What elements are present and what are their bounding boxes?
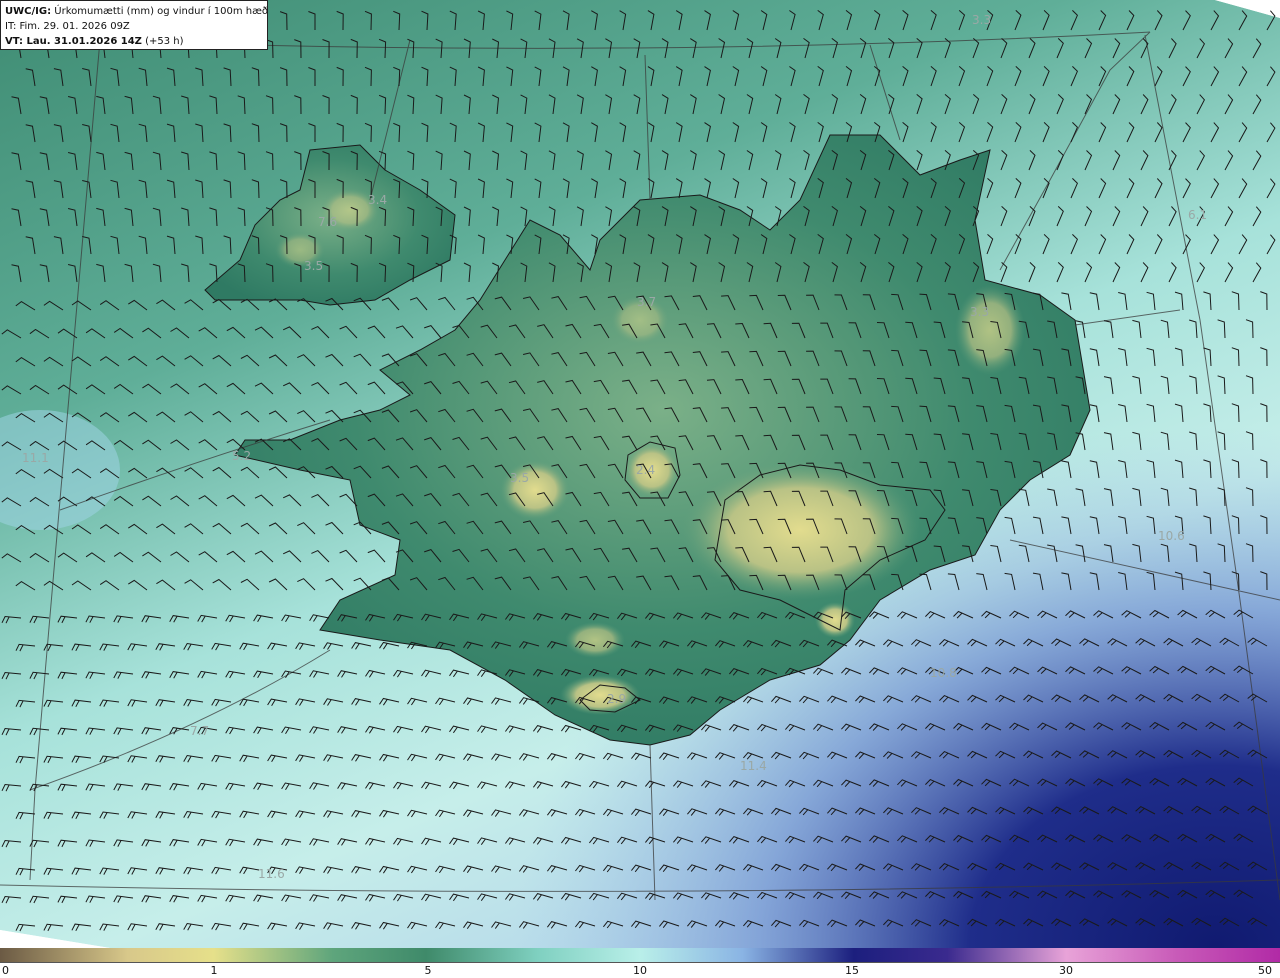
value-label-6.1-ne-sea: 6.1: [1188, 208, 1207, 222]
value-label-11.1-west-sea: 11.1: [22, 451, 49, 465]
value-label-11.4-south-sea: 11.4: [740, 759, 767, 773]
header-model: UWC/IG:: [5, 6, 52, 17]
header-init-time: IT: Fim. 29. 01. 2026 09Z: [5, 21, 130, 32]
colorbar-tick-0: 0: [2, 964, 9, 977]
colorbar: 0 1 5 10 15 30 50: [0, 948, 1280, 978]
value-label-3.7-north: 3.7: [637, 295, 656, 309]
colorbar-tick-50: 50: [1258, 964, 1272, 977]
value-label-3.3-ne-top: 3.3: [972, 13, 991, 27]
value-label-5.2-snaefellsnes: 5.2: [232, 449, 251, 463]
value-label-7.7-sw-sea: 7.7: [190, 724, 209, 738]
header-description: Úrkomumætti (mm) og vindur í 100m hæð: [51, 6, 269, 17]
colorbar-tick-30: 30: [1059, 964, 1073, 977]
header-valid-time-row: VT: Lau. 31.01.2026 14Z (+53 h): [5, 34, 263, 49]
colorbar-tick-1: 1: [210, 964, 218, 977]
header-title-row: UWC/IG: Úrkomumætti (mm) og vindur í 100…: [5, 4, 268, 19]
value-label-10.8-south-sea: 10.8: [930, 666, 957, 680]
value-label-3.5-westfjords: 3.5: [304, 259, 323, 273]
value-label-10.6-east-sea: 10.6: [1158, 529, 1185, 543]
colorbar-tick-10: 10: [633, 964, 647, 977]
value-label-3.5-west: 3.5: [510, 471, 529, 485]
header-lead-time: (+53 h): [141, 36, 184, 47]
header-valid-time: VT: Lau. 31.01.2026 14Z: [5, 36, 142, 47]
map-header: UWC/IG: Úrkomumætti (mm) og vindur í 100…: [0, 0, 268, 50]
value-label-2.4-langjokull: 2.4: [636, 463, 655, 477]
value-label-3.4-westfjords: 3.4: [368, 193, 387, 207]
value-label-11.6-sw-far: 11.6: [258, 867, 285, 881]
value-label-7.6-westfjords: 7.6: [318, 215, 337, 229]
colorbar-tick-5: 5: [424, 964, 432, 977]
colorbar-strip: [0, 948, 1280, 963]
colorbar-tick-15: 15: [845, 964, 859, 977]
precipitation-map: 3.3 3.4 7.6 3.5 3.7 3.3 6.1 5.2 11.1 3.5…: [0, 0, 1280, 948]
value-label-2.9-south: 2.9: [607, 692, 626, 706]
value-label-3.3-east: 3.3: [970, 305, 989, 319]
